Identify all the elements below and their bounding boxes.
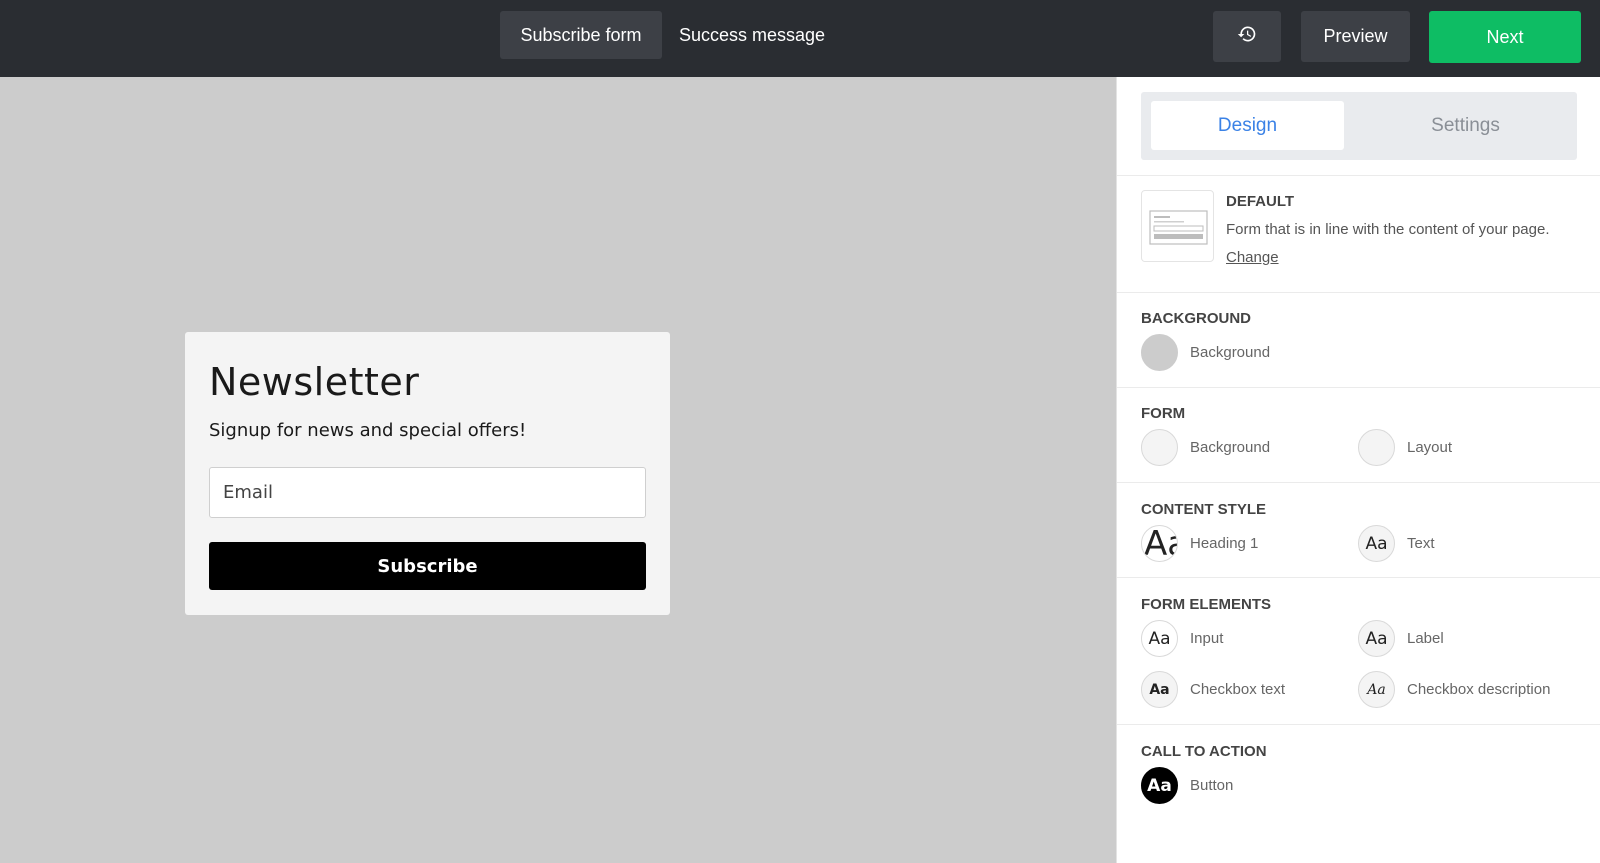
- divider: [1117, 292, 1600, 293]
- divider: [1117, 577, 1600, 578]
- form-subheading[interactable]: Signup for news and special offers!: [209, 420, 526, 441]
- history-button[interactable]: [1213, 11, 1281, 62]
- font-glyph: Aa: [1144, 525, 1177, 562]
- option-label: Checkbox text: [1190, 681, 1286, 698]
- checkbox-text-style-option[interactable]: Aa Checkbox text: [1141, 671, 1285, 708]
- color-swatch: [1141, 429, 1178, 466]
- option-label: Text: [1407, 535, 1435, 552]
- font-glyph: Aa: [1149, 681, 1170, 698]
- email-field[interactable]: [209, 467, 646, 518]
- option-label: Button: [1190, 777, 1234, 794]
- panel-tabs: Design Settings: [1141, 92, 1577, 160]
- font-swatch: Aa: [1358, 620, 1395, 657]
- divider: [1117, 387, 1600, 388]
- page-background-option[interactable]: Background: [1141, 334, 1270, 371]
- button-style-option[interactable]: Aa Button: [1141, 767, 1233, 804]
- tab-settings[interactable]: Settings: [1362, 101, 1569, 150]
- option-label: Layout: [1407, 439, 1453, 456]
- font-swatch: Aa: [1141, 767, 1178, 804]
- font-swatch: Aa: [1358, 525, 1395, 562]
- change-template-link[interactable]: Change: [1226, 249, 1279, 266]
- font-swatch: Aa: [1358, 671, 1395, 708]
- template-title: DEFAULT: [1226, 193, 1295, 210]
- form-background-option[interactable]: Background: [1141, 429, 1270, 466]
- tab-design[interactable]: Design: [1151, 101, 1344, 150]
- font-glyph: Aa: [1148, 628, 1171, 649]
- input-style-option[interactable]: Aa Input: [1141, 620, 1223, 657]
- newsletter-form-card[interactable]: Newsletter Signup for news and special o…: [185, 332, 670, 615]
- template-description: Form that is in line with the content of…: [1226, 221, 1550, 238]
- section-title-form: FORM: [1141, 405, 1186, 422]
- text-style-option[interactable]: Aa Text: [1358, 525, 1435, 562]
- design-panel: Design Settings DEFAULT Form that is in …: [1116, 77, 1600, 863]
- section-title-content-style: CONTENT STYLE: [1141, 501, 1267, 518]
- heading-style-option[interactable]: Aa Heading 1: [1141, 525, 1258, 562]
- tab-subscribe-form[interactable]: Subscribe form: [500, 11, 662, 59]
- history-icon: [1237, 24, 1257, 49]
- divider: [1117, 724, 1600, 725]
- form-heading[interactable]: Newsletter: [209, 360, 419, 404]
- option-label: Heading 1: [1190, 535, 1259, 552]
- font-glyph: Aa: [1147, 775, 1172, 796]
- font-swatch: Aa: [1141, 671, 1178, 708]
- option-label: Label: [1407, 630, 1444, 647]
- top-bar: Subscribe form Success message Preview N…: [0, 0, 1600, 77]
- section-title-call-to-action: CALL TO ACTION: [1141, 743, 1267, 760]
- layout-swatch: [1358, 429, 1395, 466]
- font-swatch: Aa: [1141, 620, 1178, 657]
- preview-canvas: Newsletter Signup for news and special o…: [0, 77, 1116, 863]
- option-label: Input: [1190, 630, 1224, 647]
- section-title-form-elements: FORM ELEMENTS: [1141, 596, 1271, 613]
- form-layout-option[interactable]: Layout: [1358, 429, 1452, 466]
- template-thumbnail[interactable]: [1141, 190, 1214, 262]
- next-button[interactable]: Next: [1429, 11, 1581, 63]
- divider: [1117, 482, 1600, 483]
- checkbox-description-style-option[interactable]: Aa Checkbox description: [1358, 671, 1550, 708]
- label-style-option[interactable]: Aa Label: [1358, 620, 1444, 657]
- preview-button[interactable]: Preview: [1301, 11, 1410, 62]
- color-swatch: [1141, 334, 1178, 371]
- option-label: Checkbox description: [1407, 681, 1551, 698]
- option-label: Background: [1190, 344, 1271, 361]
- subscribe-button[interactable]: Subscribe: [209, 542, 646, 590]
- font-glyph: Aa: [1367, 681, 1386, 698]
- font-swatch: Aa: [1141, 525, 1178, 562]
- font-glyph: Aa: [1365, 533, 1388, 554]
- font-glyph: Aa: [1365, 628, 1388, 649]
- divider: [1117, 175, 1600, 176]
- section-title-background: BACKGROUND: [1141, 310, 1251, 327]
- tab-success-message[interactable]: Success message: [672, 11, 832, 59]
- option-label: Background: [1190, 439, 1271, 456]
